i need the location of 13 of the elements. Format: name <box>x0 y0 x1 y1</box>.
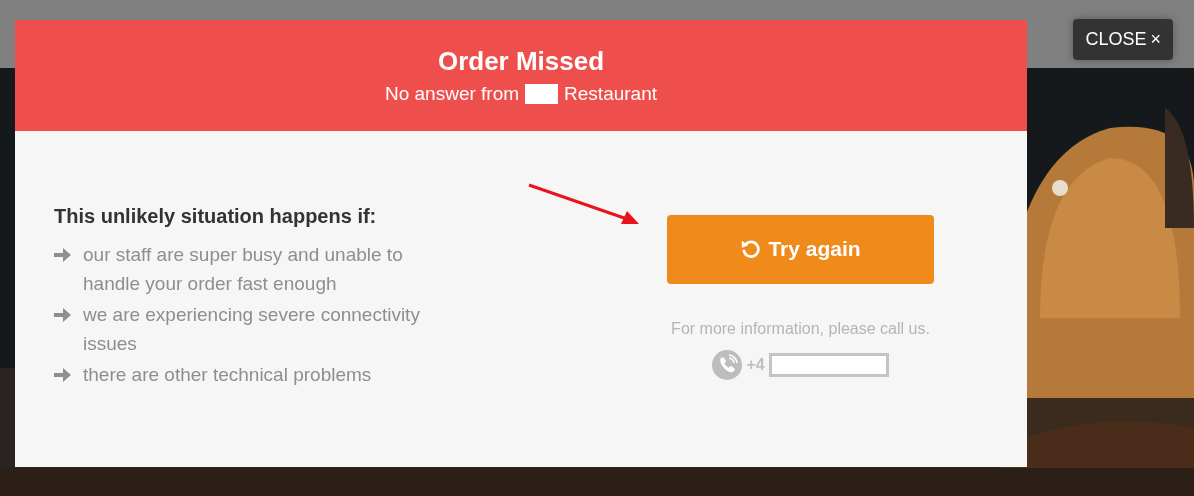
refresh-icon <box>740 238 763 260</box>
reason-text: there are other technical problems <box>83 363 373 387</box>
arrow-right-icon <box>54 248 71 262</box>
info-text: For more information, please call us. <box>671 319 930 338</box>
subtitle-text: Restaurant <box>564 83 658 105</box>
reasons-heading: This unlikely situation happens if: <box>54 205 378 228</box>
phone-icon <box>712 349 743 380</box>
arrow-right-icon <box>54 368 71 382</box>
redaction-box <box>525 84 559 104</box>
dialog-title: Order Missed <box>437 46 605 77</box>
close-button[interactable]: CLOSE × <box>1073 19 1173 60</box>
arrow-right-icon <box>54 308 71 322</box>
subtitle-text: No answer from <box>384 83 520 105</box>
